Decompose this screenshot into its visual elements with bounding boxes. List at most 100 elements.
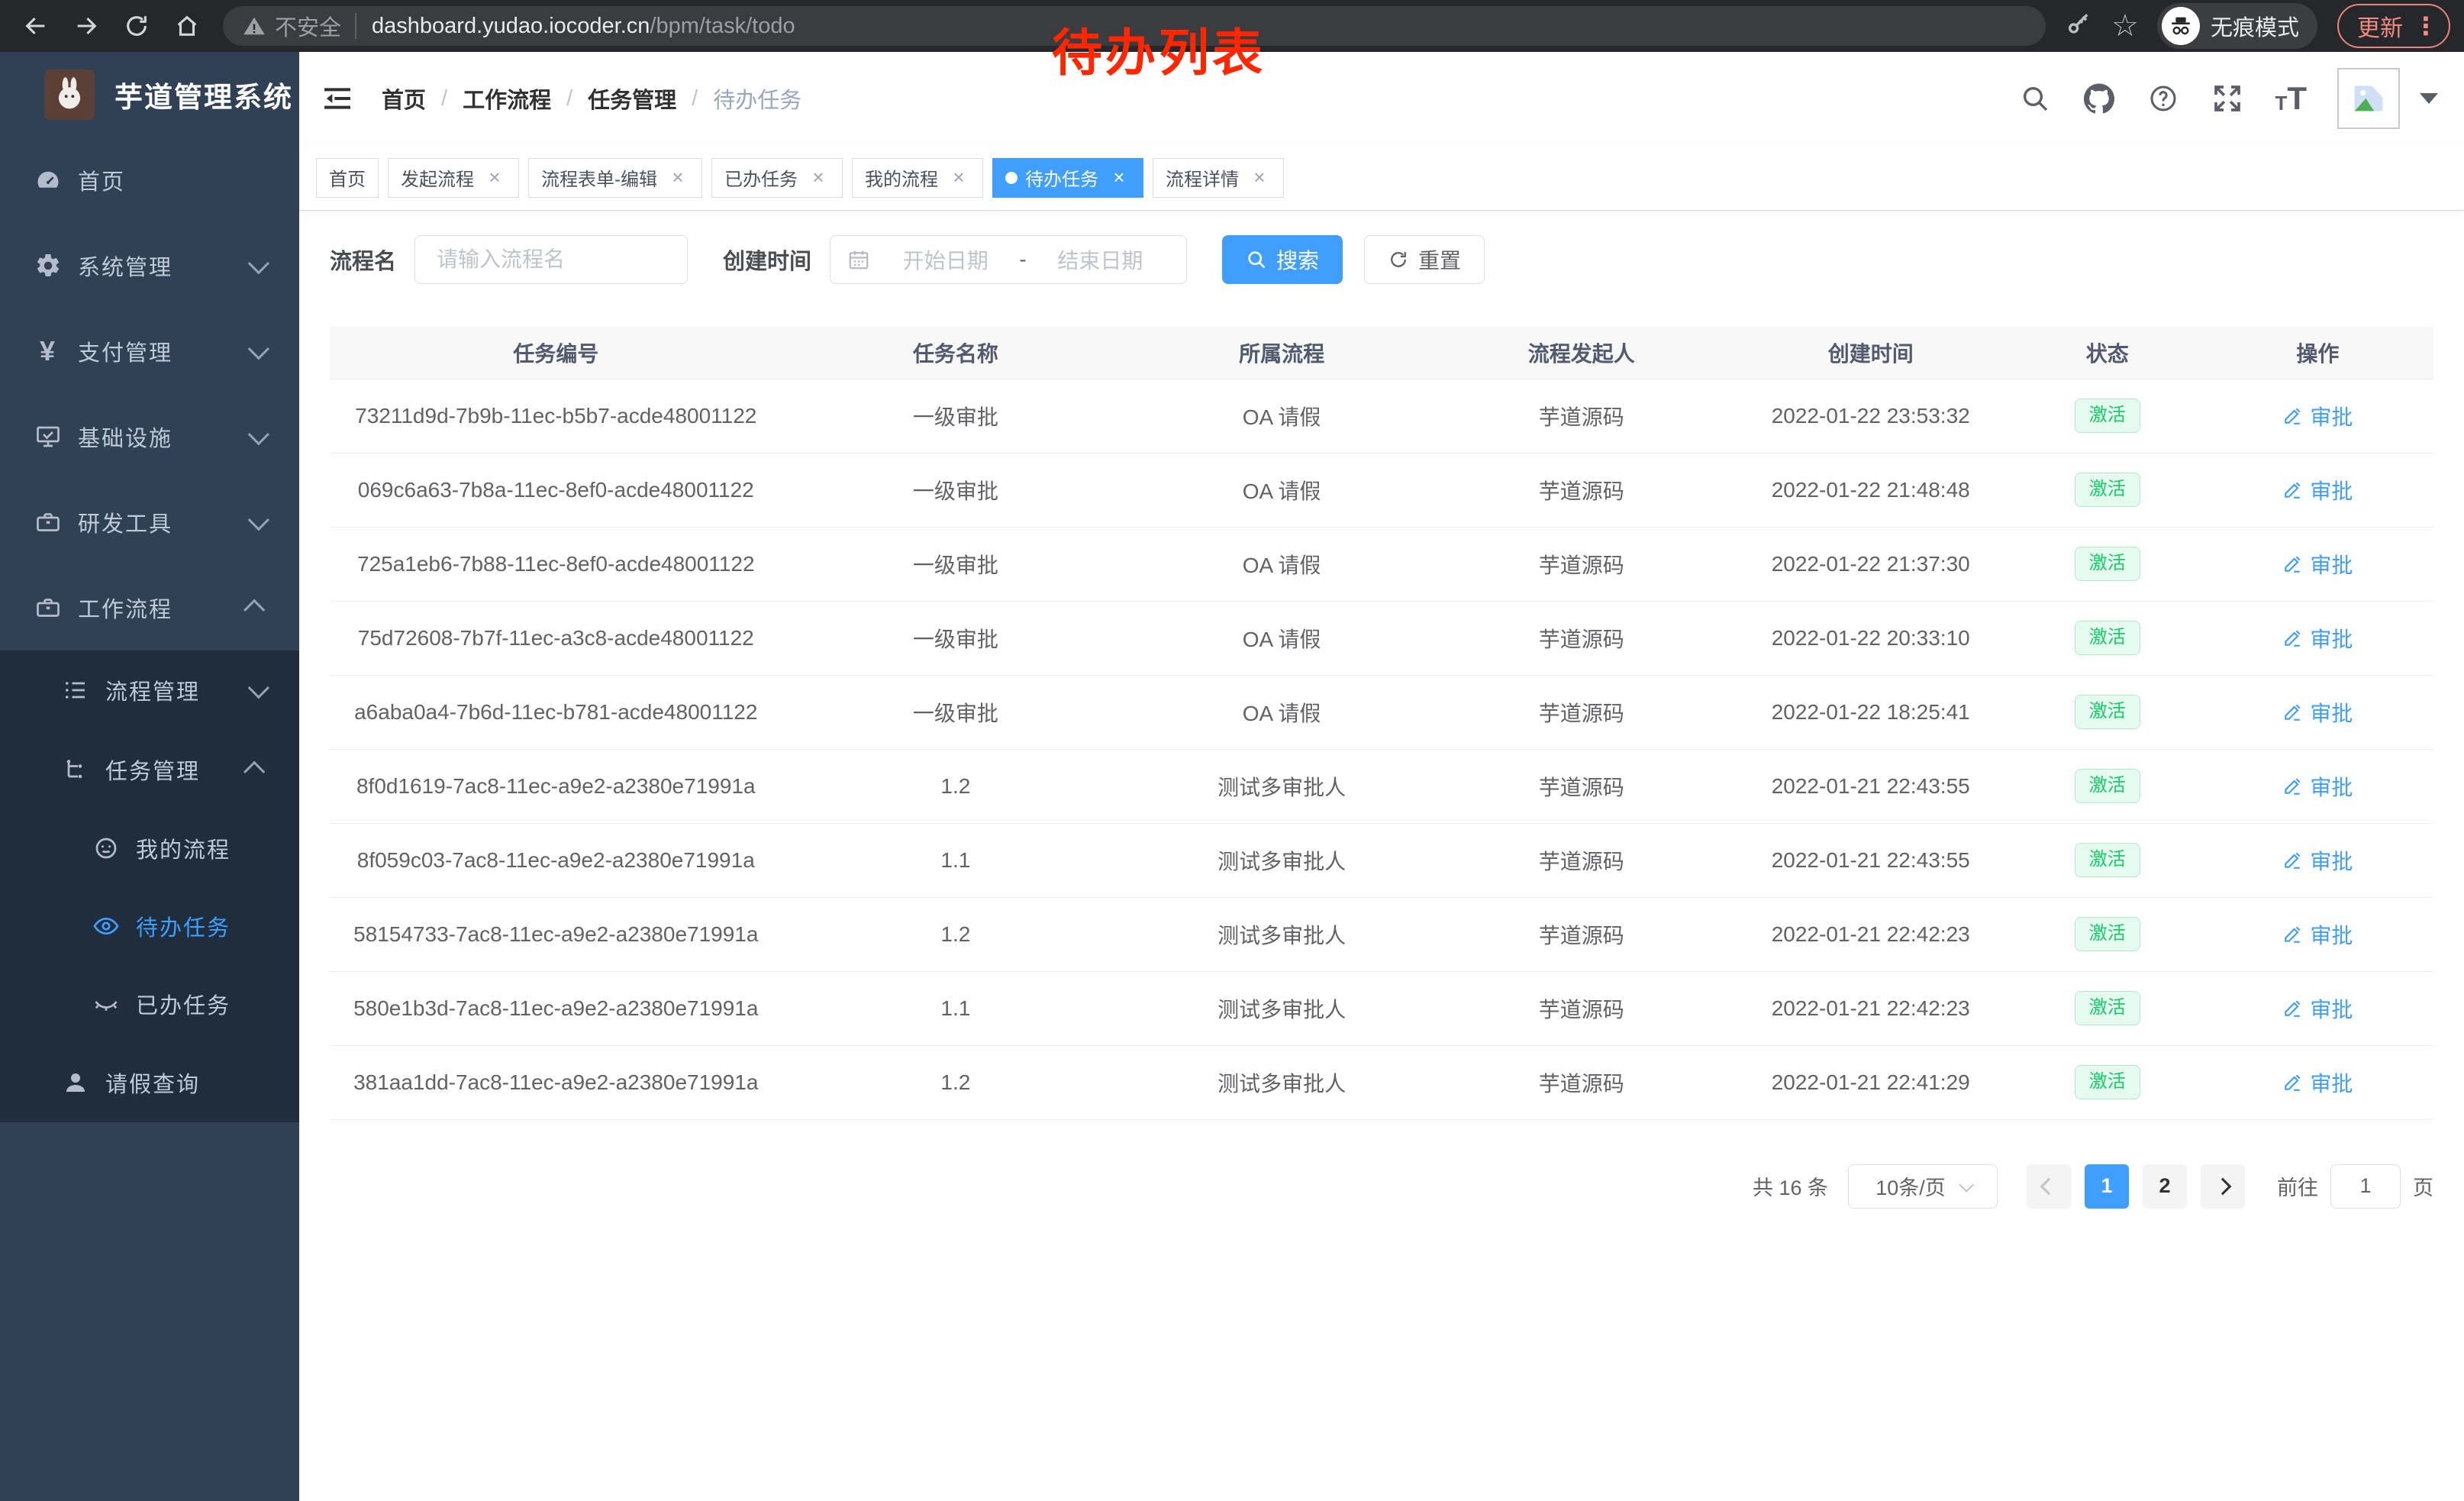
- page-button-1[interactable]: 1: [2085, 1164, 2129, 1209]
- browser-back-button[interactable]: [14, 4, 58, 48]
- browser-forward-button[interactable]: [64, 4, 108, 48]
- status-cell: 激活: [2013, 601, 2202, 675]
- approve-link[interactable]: 审批: [2282, 993, 2353, 1024]
- active-tab-dot: [1005, 172, 1018, 184]
- status-cell: 激活: [2013, 379, 2202, 453]
- not-secure-label[interactable]: 不安全: [275, 10, 341, 42]
- create-time-cell: 2022-01-22 23:53:32: [1729, 379, 2013, 453]
- create-time-cell: 2022-01-22 21:48:48: [1729, 453, 2013, 527]
- sidebar-item-my-process[interactable]: 我的流程: [0, 809, 299, 887]
- monitor-icon: [31, 423, 66, 450]
- approve-link[interactable]: 审批: [2282, 845, 2353, 876]
- browser-reload-button[interactable]: [114, 4, 159, 48]
- approve-link[interactable]: 审批: [2282, 623, 2353, 654]
- breadcrumb-workflow[interactable]: 工作流程: [463, 82, 551, 115]
- starter-cell: 芋道源码: [1434, 379, 1729, 453]
- page-button-2[interactable]: 2: [2143, 1164, 2187, 1209]
- approve-link[interactable]: 审批: [2282, 919, 2353, 950]
- user-icon: [58, 1069, 93, 1096]
- tab-已办任务[interactable]: 已办任务×: [711, 158, 843, 198]
- reset-button[interactable]: 重置: [1364, 235, 1485, 284]
- browser-home-button[interactable]: [165, 4, 209, 48]
- approve-link[interactable]: 审批: [2282, 401, 2353, 431]
- date-range-picker[interactable]: 开始日期 - 结束日期: [830, 235, 1187, 284]
- approve-link[interactable]: 审批: [2282, 697, 2353, 728]
- process-cell: 测试多审批人: [1129, 749, 1434, 823]
- tab-发起流程[interactable]: 发起流程×: [388, 158, 519, 198]
- sidebar-collapse-button[interactable]: [322, 82, 356, 115]
- close-icon[interactable]: ×: [1248, 166, 1271, 189]
- approve-link[interactable]: 审批: [2282, 549, 2353, 579]
- bookmark-star-icon[interactable]: ☆: [2111, 13, 2137, 39]
- chevron-left-icon: [2040, 1177, 2058, 1195]
- tab-我的流程[interactable]: 我的流程×: [852, 158, 983, 198]
- tab-流程表单-编辑[interactable]: 流程表单-编辑 ×: [528, 158, 702, 198]
- help-icon[interactable]: [2146, 82, 2180, 115]
- avatar[interactable]: [2337, 68, 2400, 129]
- start-date-placeholder[interactable]: 开始日期: [876, 244, 1014, 275]
- github-icon[interactable]: [2082, 82, 2116, 115]
- page-size-select[interactable]: 10条/页: [1848, 1164, 1998, 1209]
- close-icon[interactable]: ×: [1108, 166, 1130, 189]
- prev-page-button[interactable]: [2027, 1164, 2071, 1209]
- col-task-name: 任务名称: [782, 327, 1130, 379]
- sidebar-item-payment[interactable]: ¥ 支付管理: [0, 308, 299, 394]
- close-icon[interactable]: ×: [807, 166, 830, 189]
- col-actions: 操作: [2202, 327, 2433, 379]
- actions-cell: 审批: [2202, 971, 2433, 1045]
- tab-待办任务[interactable]: 待办任务×: [992, 158, 1143, 198]
- breadcrumb-home[interactable]: 首页: [382, 82, 426, 115]
- font-size-icon[interactable]: TT: [2275, 84, 2307, 113]
- tab-label: 流程详情: [1166, 164, 1239, 191]
- sidebar-item-task-mgmt[interactable]: 任务管理: [0, 730, 299, 809]
- sidebar-item-label: 支付管理: [78, 335, 249, 367]
- tab-label: 流程表单-编辑: [541, 164, 657, 191]
- approve-link[interactable]: 审批: [2282, 1067, 2353, 1098]
- end-date-placeholder[interactable]: 结束日期: [1031, 244, 1169, 275]
- avatar-caret-icon[interactable]: [2420, 93, 2438, 104]
- sidebar-item-workflow[interactable]: 工作流程: [0, 565, 299, 650]
- browser-update-button[interactable]: 更新 ⋮: [2337, 4, 2450, 48]
- sidebar-item-system[interactable]: 系统管理: [0, 223, 299, 308]
- edit-icon: [2282, 406, 2302, 426]
- tab-流程详情[interactable]: 流程详情 ×: [1153, 158, 1284, 198]
- browser-menu-icon[interactable]: ⋮: [2414, 11, 2438, 40]
- sidebar-item-devtools[interactable]: 研发工具: [0, 479, 299, 565]
- sidebar-item-label: 基础设施: [78, 421, 249, 453]
- password-key-icon[interactable]: [2066, 11, 2091, 41]
- close-icon[interactable]: ×: [483, 166, 506, 189]
- top-navbar: 首页 / 工作流程 / 任务管理 / 待办任务: [299, 52, 2464, 145]
- sidebar-item-leave-query[interactable]: 请假查询: [0, 1043, 299, 1122]
- reload-icon: [124, 13, 150, 39]
- sidebar-item-done-tasks[interactable]: 已办任务: [0, 965, 299, 1043]
- status-cell: 激活: [2013, 749, 2202, 823]
- tab-首页[interactable]: 首页: [316, 158, 379, 198]
- app-logo-row[interactable]: 芋道管理系统: [0, 52, 299, 137]
- search-icon[interactable]: [2018, 82, 2052, 115]
- incognito-icon: [2162, 7, 2200, 45]
- sidebar-item-home[interactable]: 首页: [0, 137, 299, 223]
- create-time-cell: 2022-01-21 22:43:55: [1729, 749, 2013, 823]
- breadcrumb-task-mgmt[interactable]: 任务管理: [588, 82, 676, 115]
- approve-link[interactable]: 审批: [2282, 475, 2353, 505]
- process-name-input[interactable]: [414, 235, 688, 284]
- close-icon[interactable]: ×: [947, 166, 970, 189]
- sidebar-item-infra[interactable]: 基础设施: [0, 394, 299, 479]
- sidebar-item-todo-tasks[interactable]: 待办任务: [0, 887, 299, 965]
- close-icon[interactable]: ×: [666, 166, 689, 189]
- fullscreen-icon[interactable]: [2211, 82, 2244, 115]
- next-page-button[interactable]: [2201, 1164, 2245, 1209]
- goto-label: 前往: [2277, 1171, 2318, 1201]
- breadcrumb-separator: /: [692, 86, 698, 111]
- edit-icon: [2282, 554, 2302, 574]
- goto-page-input[interactable]: [2330, 1164, 2401, 1209]
- chevron-down-icon: [248, 677, 269, 699]
- breadcrumb: 首页 / 工作流程 / 任务管理 / 待办任务: [382, 82, 801, 115]
- task-id-cell: 725a1eb6-7b88-11ec-8ef0-acde48001122: [330, 527, 782, 601]
- url-divider: [355, 13, 356, 39]
- update-label[interactable]: 更新: [2357, 9, 2403, 43]
- approve-link[interactable]: 审批: [2282, 771, 2353, 802]
- search-button[interactable]: 搜索: [1222, 235, 1343, 284]
- sidebar-item-process-mgmt[interactable]: 流程管理: [0, 650, 299, 730]
- task-name-cell: 一级审批: [782, 527, 1130, 601]
